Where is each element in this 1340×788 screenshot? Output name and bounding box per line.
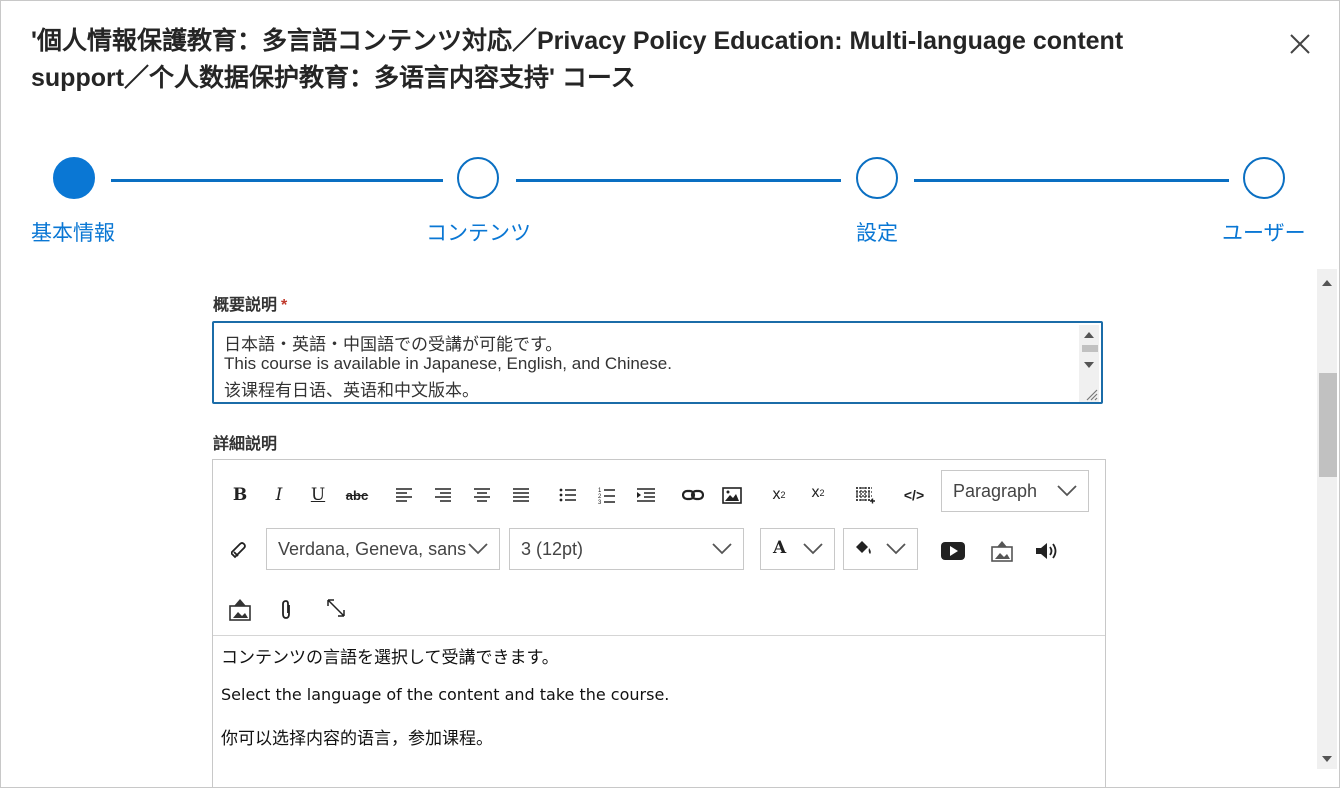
font-color-icon: A xyxy=(773,538,787,558)
highlight-icon xyxy=(856,541,871,554)
textarea-scroll-up-icon[interactable] xyxy=(1079,327,1099,343)
underline-icon[interactable]: U xyxy=(305,482,331,508)
subscript-icon[interactable]: x2 xyxy=(766,482,792,508)
course-dialog: '個人情報保護教育：多言語コンテンツ対応／Privacy Policy Educ… xyxy=(0,0,1340,788)
audio-icon[interactable] xyxy=(1034,538,1060,564)
chevron-down-icon xyxy=(886,543,906,555)
format-select[interactable]: Paragraph xyxy=(941,470,1089,512)
summary-line: This course is available in Japanese, En… xyxy=(224,354,672,373)
step-settings-label[interactable]: 設定 xyxy=(856,217,898,247)
step-connector xyxy=(914,179,1229,182)
eraser-icon[interactable] xyxy=(227,538,253,564)
summary-line: 日本語・英語・中国語での受講が可能です。 xyxy=(224,335,563,354)
scroll-down-icon[interactable] xyxy=(1317,751,1337,767)
step-basic-info-label[interactable]: 基本情報 xyxy=(31,217,115,247)
font-family-select-value: Verdana, Geneva, sans xyxy=(278,538,467,559)
font-size-select[interactable]: 3 (12pt) xyxy=(509,528,744,570)
step-connector xyxy=(111,179,443,182)
indent-icon[interactable] xyxy=(633,482,659,508)
step-settings-circle[interactable] xyxy=(856,157,898,199)
svg-text:3: 3 xyxy=(598,500,602,504)
align-right-icon[interactable] xyxy=(430,482,456,508)
step-connector xyxy=(516,179,841,182)
chevron-down-icon xyxy=(712,543,732,555)
editor-content[interactable]: コンテンツの言語を選択して受講できます。 Select the language… xyxy=(213,635,1105,787)
fullscreen-icon[interactable] xyxy=(323,595,349,621)
upload-image-icon[interactable] xyxy=(989,538,1015,564)
align-left-icon[interactable] xyxy=(391,482,417,508)
summary-line: 该课程有日语、英语和中文版本。 xyxy=(224,381,479,400)
step-basic-info-circle[interactable] xyxy=(53,157,95,199)
highlight-select[interactable] xyxy=(843,528,918,570)
chevron-down-icon xyxy=(1057,485,1077,497)
font-size-select-value: 3 (12pt) xyxy=(521,538,584,559)
page-scrollbar[interactable] xyxy=(1317,269,1337,769)
dialog-title: '個人情報保護教育：多言語コンテンツ対応／Privacy Policy Educ… xyxy=(31,23,1231,97)
dialog-title-line2: support／个人数据保护教育：多语言内容支持' コース xyxy=(31,64,636,92)
font-family-select[interactable]: Verdana, Geneva, sans xyxy=(266,528,500,570)
format-select-value: Paragraph xyxy=(953,480,1038,501)
superscript-icon[interactable]: x2 xyxy=(805,480,831,506)
resize-handle-icon[interactable] xyxy=(1083,386,1099,402)
scroll-thumb[interactable] xyxy=(1319,373,1337,477)
upload-icon[interactable] xyxy=(227,597,253,623)
required-mark: * xyxy=(281,297,288,314)
video-icon[interactable] xyxy=(940,538,966,564)
table-icon[interactable] xyxy=(852,482,878,508)
attachment-icon[interactable] xyxy=(273,597,299,623)
step-users-label[interactable]: ユーザー xyxy=(1222,217,1306,247)
font-color-select[interactable]: A xyxy=(760,528,835,570)
textarea-scroll-thumb[interactable] xyxy=(1082,345,1098,352)
scroll-up-icon[interactable] xyxy=(1317,275,1337,291)
content-paragraph: 你可以选择内容的语言，参加课程。 xyxy=(221,729,493,748)
numbered-list-icon[interactable]: 123 xyxy=(594,482,620,508)
image-icon[interactable] xyxy=(719,482,745,508)
link-icon[interactable] xyxy=(680,482,706,508)
close-button[interactable] xyxy=(1286,30,1314,58)
summary-label: 概要説明 * xyxy=(213,291,287,315)
bold-icon[interactable]: B xyxy=(227,482,253,508)
content-paragraph: Select the language of the content and t… xyxy=(221,685,670,704)
chevron-down-icon xyxy=(468,543,488,555)
italic-icon[interactable]: I xyxy=(266,482,292,508)
summary-textarea[interactable]: 日本語・英語・中国語での受講が可能です。 This course is avai… xyxy=(212,321,1103,404)
progress-stepper: 基本情報 コンテンツ 設定 ユーザー xyxy=(1,151,1339,251)
step-content-circle[interactable] xyxy=(457,157,499,199)
content-paragraph: コンテンツの言語を選択して受講できます。 xyxy=(221,648,559,667)
textarea-scroll-down-icon[interactable] xyxy=(1079,357,1099,373)
rich-text-editor: B I U abc 123 x2 x2 </> Paragraph Verdan… xyxy=(212,459,1106,787)
step-content-label[interactable]: コンテンツ xyxy=(426,217,531,247)
align-justify-icon[interactable] xyxy=(508,482,534,508)
step-users-circle[interactable] xyxy=(1243,157,1285,199)
close-icon xyxy=(1290,34,1310,54)
dialog-title-line1: '個人情報保護教育：多言語コンテンツ対応／Privacy Policy Educ… xyxy=(31,27,1124,55)
align-center-icon[interactable] xyxy=(469,482,495,508)
summary-label-text: 概要説明 xyxy=(213,297,278,314)
chevron-down-icon xyxy=(803,543,823,555)
bullet-list-icon[interactable] xyxy=(555,482,581,508)
strikethrough-icon[interactable]: abc xyxy=(344,482,370,508)
code-icon[interactable]: </> xyxy=(901,482,927,508)
textarea-scrollbar[interactable] xyxy=(1079,325,1099,402)
details-label: 詳細説明 xyxy=(213,436,278,453)
